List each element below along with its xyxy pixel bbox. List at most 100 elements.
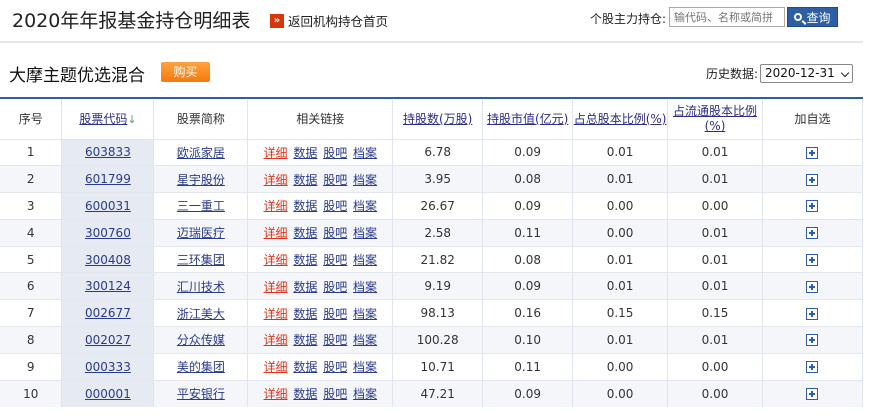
data-link[interactable]: 数据 [293, 280, 317, 294]
header-pct-float-link[interactable]: 占流通股本比例(%) [673, 104, 757, 133]
guba-link[interactable]: 股吧 [323, 173, 347, 187]
stock-code-link[interactable]: 000333 [85, 360, 131, 374]
stock-name-link[interactable]: 迈瑞医疗 [177, 226, 225, 240]
stock-name-link[interactable]: 分众传媒 [177, 333, 225, 347]
detail-link[interactable]: 详细 [264, 226, 288, 240]
stock-code-link[interactable]: 300408 [85, 253, 131, 267]
add-watchlist-plus-icon[interactable] [806, 227, 819, 240]
data-link[interactable]: 数据 [293, 333, 317, 347]
data-link[interactable]: 数据 [293, 307, 317, 321]
data-link[interactable]: 数据 [293, 253, 317, 267]
data-link[interactable]: 数据 [293, 173, 317, 187]
row-value: 0.09 [482, 192, 574, 220]
header-pct-total-link[interactable]: 占总股本比例(%) [574, 112, 667, 126]
archive-link[interactable]: 档案 [353, 387, 377, 401]
stock-name-link[interactable]: 汇川技术 [177, 280, 225, 294]
stock-code-link[interactable]: 600031 [85, 199, 131, 213]
stock-name-link[interactable]: 浙江美大 [177, 307, 225, 321]
header-value-link[interactable]: 持股市值(亿元) [487, 112, 568, 126]
stock-code-link[interactable]: 300124 [85, 279, 131, 293]
header-value[interactable]: 持股市值(亿元) [482, 100, 574, 139]
archive-link[interactable]: 档案 [353, 226, 377, 240]
add-watchlist-plus-icon[interactable] [806, 200, 819, 213]
table-row: 9 000333 美的集团 详细 数据 股吧 档案 10.71 0.11 0.00 0.00 [0, 352, 864, 381]
row-pct-float: 0.01 [667, 218, 763, 247]
stock-code-link[interactable]: 601799 [85, 172, 131, 186]
guba-link[interactable]: 股吧 [323, 333, 347, 347]
stock-code-link[interactable]: 002677 [85, 306, 131, 320]
archive-link[interactable]: 档案 [353, 360, 377, 374]
data-link[interactable]: 数据 [293, 199, 317, 213]
header-pct-total[interactable]: 占总股本比例(%) [572, 100, 669, 139]
stock-name-link[interactable]: 三一重工 [177, 199, 225, 213]
detail-link[interactable]: 详细 [264, 199, 288, 213]
header-code-link[interactable]: 股票代码 [79, 112, 127, 126]
add-watchlist-plus-icon[interactable] [806, 361, 819, 374]
detail-link[interactable]: 详细 [264, 146, 288, 160]
archive-link[interactable]: 档案 [353, 333, 377, 347]
detail-link[interactable]: 详细 [264, 387, 288, 401]
add-watchlist-plus-icon[interactable] [806, 280, 819, 293]
archive-link[interactable]: 档案 [353, 253, 377, 267]
stock-code-link[interactable]: 000001 [85, 387, 131, 401]
row-shares: 2.58 [392, 218, 484, 247]
header-code[interactable]: 股票代码↓ [61, 100, 155, 139]
add-watchlist-plus-icon[interactable] [806, 173, 819, 186]
guba-link[interactable]: 股吧 [323, 253, 347, 267]
data-link[interactable]: 数据 [293, 387, 317, 401]
stock-name-link[interactable]: 欧派家居 [177, 146, 225, 160]
detail-link[interactable]: 详细 [264, 253, 288, 267]
data-link[interactable]: 数据 [293, 360, 317, 374]
header-shares-link[interactable]: 持股数(万股) [403, 112, 472, 126]
header-shares[interactable]: 持股数(万股) [392, 100, 484, 139]
row-links-cell: 详细 数据 股吧 档案 [247, 326, 394, 354]
stock-code-link[interactable]: 603833 [85, 145, 131, 159]
row-pct-float: 0.00 [667, 352, 763, 381]
search-input[interactable] [669, 7, 785, 27]
add-watchlist-plus-icon[interactable] [806, 307, 819, 320]
guba-link[interactable]: 股吧 [323, 360, 347, 374]
detail-link[interactable]: 详细 [264, 307, 288, 321]
data-link[interactable]: 数据 [293, 226, 317, 240]
stock-name-link[interactable]: 平安银行 [177, 387, 225, 401]
row-add-cell [762, 352, 864, 381]
row-pct-total: 0.01 [572, 138, 669, 166]
search-button[interactable]: 查询 [787, 7, 838, 27]
guba-link[interactable]: 股吧 [323, 146, 347, 160]
detail-link[interactable]: 详细 [264, 173, 288, 187]
add-watchlist-plus-icon[interactable] [806, 146, 819, 159]
add-watchlist-plus-icon[interactable] [806, 388, 819, 401]
detail-link[interactable]: 详细 [264, 333, 288, 347]
row-pct-total: 0.01 [572, 326, 669, 354]
table-row: 1 603833 欧派家居 详细 数据 股吧 档案 6.78 0.09 0.01 0.01 [0, 138, 864, 166]
archive-link[interactable]: 档案 [353, 173, 377, 187]
guba-link[interactable]: 股吧 [323, 280, 347, 294]
row-pct-total: 0.01 [572, 272, 669, 300]
stock-code-link[interactable]: 002027 [85, 333, 131, 347]
header-pct-float[interactable]: 占流通股本比例(%) [667, 100, 763, 139]
row-shares: 3.95 [392, 165, 484, 193]
buy-button[interactable]: 购买 [161, 62, 210, 82]
row-code-cell: 300408 [61, 245, 155, 273]
back-to-home-link[interactable]: » 返回机构持仓首页 [270, 11, 388, 30]
stock-name-link[interactable]: 三环集团 [177, 253, 225, 267]
archive-link[interactable]: 档案 [353, 146, 377, 160]
guba-link[interactable]: 股吧 [323, 226, 347, 240]
archive-link[interactable]: 档案 [353, 280, 377, 294]
history-date-select[interactable]: 2020-12-31 [760, 64, 853, 83]
stock-name-link[interactable]: 美的集团 [177, 360, 225, 374]
data-link[interactable]: 数据 [293, 146, 317, 160]
stock-code-link[interactable]: 300760 [85, 226, 131, 240]
guba-link[interactable]: 股吧 [323, 307, 347, 321]
stock-name-link[interactable]: 星宇股份 [177, 173, 225, 187]
guba-link[interactable]: 股吧 [323, 387, 347, 401]
add-watchlist-plus-icon[interactable] [806, 334, 819, 347]
guba-link[interactable]: 股吧 [323, 199, 347, 213]
detail-link[interactable]: 详细 [264, 360, 288, 374]
add-watchlist-plus-icon[interactable] [806, 254, 819, 267]
row-pct-float: 0.00 [667, 192, 763, 220]
detail-link[interactable]: 详细 [264, 280, 288, 294]
archive-link[interactable]: 档案 [353, 307, 377, 321]
header-links: 相关链接 [247, 100, 394, 139]
archive-link[interactable]: 档案 [353, 199, 377, 213]
